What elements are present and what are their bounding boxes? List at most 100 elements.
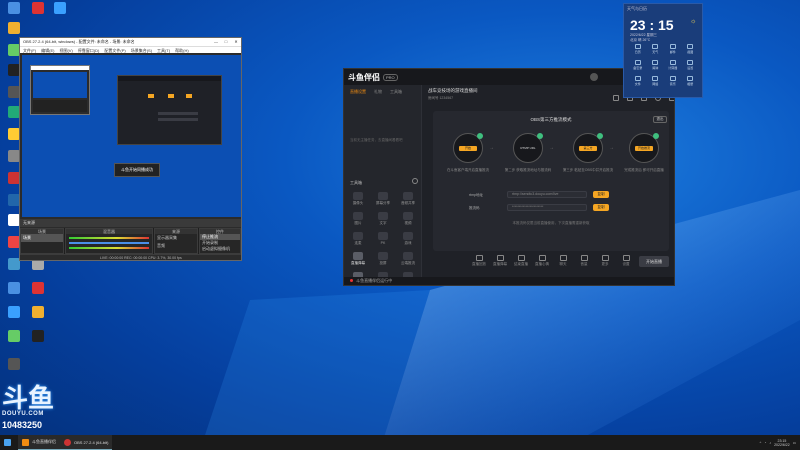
bottom-tool-button[interactable]: 聊天 bbox=[553, 255, 573, 267]
tool-item[interactable]: 投屏 bbox=[373, 252, 393, 266]
obs-window[interactable]: OBS 27.2.4 (64-bit, windows) - 配置文件: 未命名… bbox=[19, 37, 242, 261]
desktop-shortcut-icon[interactable] bbox=[48, 2, 72, 15]
screenshot-icon[interactable] bbox=[613, 95, 619, 101]
audio-meter bbox=[69, 247, 149, 249]
tool-item[interactable]: 视频 bbox=[398, 212, 418, 226]
widget-app[interactable]: 备忘录 bbox=[629, 60, 647, 70]
tool-item[interactable]: 云端推流 bbox=[398, 252, 418, 266]
menu-file[interactable]: 文件(F) bbox=[23, 47, 36, 53]
shortcut-image bbox=[32, 330, 44, 342]
tool-item[interactable]: 屏幕分享 bbox=[373, 192, 393, 206]
menu-edit[interactable]: 编辑(E) bbox=[41, 47, 54, 53]
taskbar-item-douyu[interactable]: 斗鱼直播伴侣 bbox=[18, 435, 60, 450]
nested-obs-preview bbox=[30, 65, 90, 115]
start-live-button[interactable]: 开始直播 bbox=[639, 256, 669, 267]
add-tool-icon[interactable] bbox=[412, 178, 418, 184]
bottom-tool-button[interactable]: 更多 bbox=[595, 255, 615, 267]
widget-app[interactable]: 设置 bbox=[682, 60, 700, 70]
bottom-tool-button[interactable]: 直播心情 bbox=[532, 255, 552, 267]
widget-app[interactable]: 相册 bbox=[682, 76, 700, 86]
desktop-shortcut-icon[interactable] bbox=[2, 22, 26, 35]
source-item[interactable]: 显示器采集 bbox=[155, 234, 197, 242]
tool-item[interactable]: 直播弹幕 bbox=[348, 252, 368, 266]
desktop-shortcut-icon[interactable] bbox=[26, 330, 50, 343]
widget-app[interactable]: 天气 bbox=[647, 44, 665, 54]
step-circle: 开始 bbox=[453, 133, 483, 163]
menu-tools[interactable]: 工具(T) bbox=[157, 47, 170, 53]
close-button[interactable]: ✕ bbox=[231, 38, 241, 46]
source-item[interactable]: 音频 bbox=[155, 242, 197, 250]
widget-app-label: 文件 bbox=[634, 82, 641, 86]
tool-item[interactable]: 图片 bbox=[348, 212, 368, 226]
bottom-tool-button[interactable]: 直播弹幕 bbox=[490, 255, 510, 267]
bottom-tool-button[interactable]: 直播回放 bbox=[469, 255, 489, 267]
avatar[interactable] bbox=[590, 73, 598, 81]
widget-app[interactable]: 日历 bbox=[629, 44, 647, 54]
widget-app-icon bbox=[687, 60, 694, 65]
menu-help[interactable]: 帮助(H) bbox=[175, 47, 189, 53]
calendar-widget[interactable]: 天气与日历 23 : 15 2022/6/22 星期三 北京 晴 26°C ☼ … bbox=[623, 3, 703, 98]
menu-view[interactable]: 视图(V) bbox=[59, 47, 72, 53]
desktop-shortcut-icon[interactable] bbox=[26, 306, 50, 319]
douyu-window[interactable]: 斗鱼伴侣 PRO ≡ — ✕ 直播设置 礼物 工具箱 当前无主播任务，去直播间看… bbox=[343, 68, 675, 286]
tab-toolbox[interactable]: 工具箱 bbox=[390, 89, 402, 95]
desktop-shortcut-icon[interactable] bbox=[2, 358, 26, 371]
tray-clock[interactable]: 23:15 2022/6/22 bbox=[774, 439, 790, 447]
tool-item[interactable]: 游戏 bbox=[398, 232, 418, 246]
widget-app[interactable]: 计算器 bbox=[664, 60, 682, 70]
step-caption: 第三步 粘贴至OBS中并开启推流 bbox=[562, 168, 614, 172]
notification-icon[interactable]: ▭ bbox=[793, 441, 796, 445]
maximize-button[interactable]: □ bbox=[221, 38, 231, 46]
stream-note: 本推流码仅限当前直播使用，下次直播需重新获取 bbox=[512, 221, 590, 225]
network-icon[interactable]: ◔ bbox=[764, 441, 766, 445]
desktop-shortcut-icon[interactable] bbox=[2, 282, 26, 295]
copy-key-button[interactable]: 复制 bbox=[593, 204, 609, 211]
widget-app[interactable]: 邮件 bbox=[664, 44, 682, 54]
step-tag: 第三方 bbox=[579, 146, 597, 151]
widget-app[interactable]: 音乐 bbox=[664, 76, 682, 86]
volume-icon[interactable]: ♪ bbox=[769, 441, 771, 445]
desktop-shortcut-icon[interactable] bbox=[26, 2, 50, 15]
tool-item[interactable]: PK bbox=[373, 232, 393, 245]
bottom-tool-button[interactable]: 设置 bbox=[616, 255, 636, 267]
exit-mode-button[interactable]: 退出 bbox=[653, 116, 667, 123]
tool-item[interactable]: 音频共享 bbox=[398, 192, 418, 206]
virtual-camera-button[interactable]: 启动虚拟摄像机 bbox=[200, 246, 240, 252]
desktop-shortcut-icon[interactable] bbox=[2, 2, 26, 15]
tab-live-settings[interactable]: 直播设置 bbox=[350, 89, 366, 95]
tool-item[interactable]: 文字 bbox=[373, 212, 393, 226]
menu-scene-collection[interactable]: 场景集合(S) bbox=[131, 47, 152, 53]
widget-app[interactable]: 网络 bbox=[647, 76, 665, 86]
tool-icon bbox=[403, 192, 413, 200]
desktop-shortcut-icon[interactable] bbox=[2, 330, 26, 343]
shortcut-image bbox=[54, 2, 66, 14]
taskbar-item-obs[interactable]: OBS 27.2.4 (64-bit) bbox=[60, 435, 113, 450]
desktop-shortcut-icon[interactable] bbox=[2, 306, 26, 319]
rtmp-field[interactable]: rtmp://sendtc3.douyu.com/live bbox=[507, 191, 587, 198]
mixer-header: 混音器 bbox=[66, 229, 152, 234]
chevron-up-icon[interactable]: ^ bbox=[760, 441, 762, 445]
bottom-tool-button[interactable]: 结束直播 bbox=[511, 255, 531, 267]
obs-preview[interactable]: 斗鱼开始同播成功 bbox=[22, 55, 241, 217]
widget-app[interactable]: 文件 bbox=[629, 76, 647, 86]
obs-titlebar[interactable]: OBS 27.2.4 (64-bit, windows) - 配置文件: 未命名… bbox=[20, 38, 241, 46]
bottom-tool-button[interactable]: 音量 bbox=[574, 255, 594, 267]
system-tray: ^ ◔ ♪ 23:15 2022/6/22 ▭ bbox=[760, 439, 800, 447]
widget-app-label: 设置 bbox=[687, 66, 694, 70]
widget-app[interactable]: 闹钟 bbox=[647, 60, 665, 70]
widget-app[interactable]: 截图 bbox=[682, 44, 700, 54]
tab-gifts[interactable]: 礼物 bbox=[374, 89, 382, 95]
desktop-shortcut-icon[interactable] bbox=[26, 282, 50, 295]
tool-item[interactable]: 摄像头 bbox=[348, 192, 368, 206]
scene-item[interactable]: 场景 bbox=[21, 234, 63, 242]
copy-rtmp-button[interactable]: 复制 bbox=[593, 191, 609, 198]
start-button[interactable] bbox=[0, 435, 18, 450]
bottom-tool-icon bbox=[559, 255, 567, 261]
menu-profile[interactable]: 配置文件(P) bbox=[104, 47, 125, 53]
stream-key-field[interactable]: *********************** bbox=[507, 204, 587, 211]
minimize-button[interactable]: — bbox=[211, 38, 221, 46]
volume-slider[interactable] bbox=[69, 242, 149, 244]
tool-item[interactable]: 连麦 bbox=[348, 232, 368, 246]
menu-docks[interactable]: 停靠窗口(D) bbox=[78, 47, 100, 53]
bottom-tool-label: 直播心情 bbox=[535, 262, 549, 266]
